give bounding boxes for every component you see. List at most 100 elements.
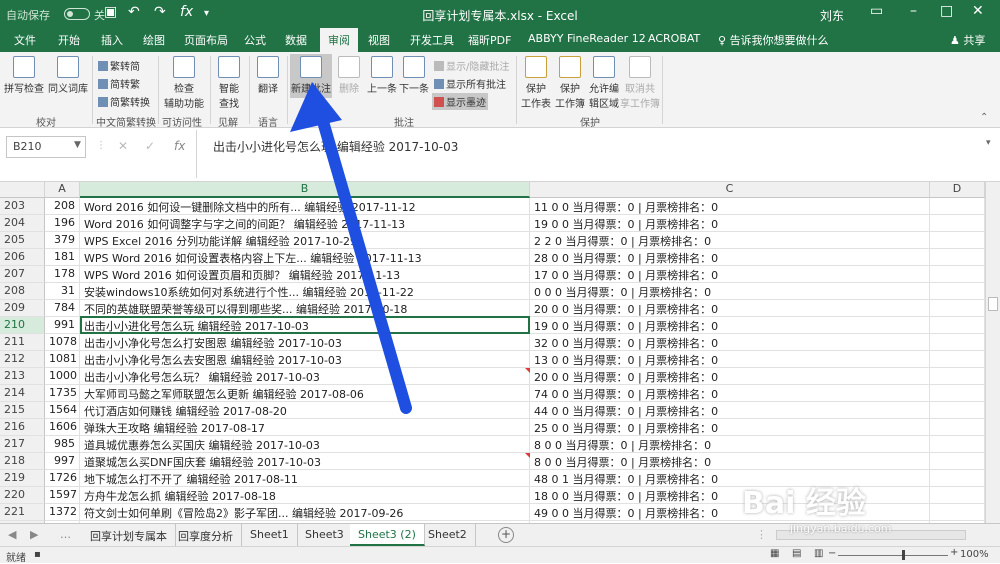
cell-a[interactable]: 1564 xyxy=(45,402,80,419)
cell-c[interactable]: 48 0 1 当月得票：0 | 月票榜排名：0 xyxy=(530,470,930,487)
cell-c[interactable]: 49 0 0 当月得票：0 | 月票榜排名：0 xyxy=(530,504,930,521)
row-header[interactable]: 209 xyxy=(0,300,45,317)
row-header[interactable]: 205 xyxy=(0,232,45,249)
cell-a[interactable]: 1372 xyxy=(45,504,80,521)
cell-a[interactable]: 181 xyxy=(45,249,80,266)
cell-b[interactable]: 方舟牛龙怎么抓 编辑经验 2017-08-18 xyxy=(80,487,530,504)
cell-a[interactable]: 196 xyxy=(45,215,80,232)
row-header[interactable]: 213 xyxy=(0,368,45,385)
sheet-tab[interactable]: Sheet2 xyxy=(420,524,476,546)
tab-foxit-pdf[interactable]: 福昕PDF xyxy=(468,32,511,48)
zoom-out-icon[interactable]: − xyxy=(828,548,836,559)
row-header[interactable]: 214 xyxy=(0,385,45,402)
row-header[interactable]: 206 xyxy=(0,249,45,266)
cell-c[interactable]: 8 0 0 当月得票：0 | 月票榜排名：0 xyxy=(530,436,930,453)
tab-developer[interactable]: 开发工具 xyxy=(410,32,454,48)
cell-d[interactable] xyxy=(930,232,985,249)
cell-c[interactable]: 28 0 0 当月得票：0 | 月票榜排名：0 xyxy=(530,249,930,266)
cell-c[interactable]: 44 0 0 当月得票：0 | 月票榜排名：0 xyxy=(530,402,930,419)
cell-c[interactable]: 13 0 0 当月得票：0 | 月票榜排名：0 xyxy=(530,351,930,368)
cell-b[interactable]: Word 2016 如何设一键删除文档中的所有... 编辑经验 2017-11-… xyxy=(80,198,530,215)
chinese-conversion-button[interactable]: 简繁转换 xyxy=(98,94,150,109)
tell-me-search[interactable]: ♀ 告诉我你想要做什么 xyxy=(718,32,829,48)
cell-b[interactable]: WPS Excel 2016 分列功能详解 编辑经验 2017-10-29 xyxy=(80,232,530,249)
cell-d[interactable] xyxy=(930,266,985,283)
row-header[interactable]: 218 xyxy=(0,453,45,470)
page-layout-view-icon[interactable]: ▤ xyxy=(792,548,801,559)
cell-d[interactable] xyxy=(930,402,985,419)
worksheet-grid[interactable]: A B C D 203 208 Word 2016 如何设一键删除文档中的所有...… xyxy=(0,182,985,523)
cell-a[interactable]: 1597 xyxy=(45,487,80,504)
row-header[interactable]: 221 xyxy=(0,504,45,521)
enter-icon[interactable]: ✓ xyxy=(145,139,155,153)
tab-home[interactable]: 开始 xyxy=(58,32,80,48)
cell-b[interactable]: 出击小小净化号怎么去安图恩 编辑经验 2017-10-03 xyxy=(80,351,530,368)
zoom-level[interactable]: 100% xyxy=(960,549,989,560)
row-header[interactable]: 219 xyxy=(0,470,45,487)
tab-acrobat[interactable]: ACROBAT xyxy=(648,32,700,45)
next-comment-button[interactable]: 下一条 xyxy=(398,56,430,95)
formula-input[interactable]: 出击小小进化号怎么玩 编辑经验 2017-10-03 xyxy=(196,130,1000,178)
row-header[interactable]: 210 xyxy=(0,317,45,334)
page-break-view-icon[interactable]: ▥ xyxy=(814,548,823,559)
cell-b[interactable]: 道聚城怎么买DNF国庆套 编辑经验 2017-10-03 xyxy=(80,453,530,470)
close-icon[interactable]: ✕ xyxy=(972,3,984,19)
insert-function-icon[interactable]: fx xyxy=(174,139,185,153)
tab-page-layout[interactable]: 页面布局 xyxy=(184,32,228,48)
cell-d[interactable] xyxy=(930,317,985,334)
comment-indicator[interactable] xyxy=(525,368,530,373)
show-all-comments-button[interactable]: 显示所有批注 xyxy=(434,76,506,91)
spell-check-button[interactable]: 拼写检查 xyxy=(4,56,44,95)
cell-c[interactable]: 19 0 0 当月得票：0 | 月票榜排名：0 xyxy=(530,317,930,334)
cell-a[interactable]: 208 xyxy=(45,198,80,215)
cell-b[interactable]: WPS Word 2016 如何设置表格内容上下左... 编辑经验 2017-1… xyxy=(80,249,530,266)
unshare-workbook-button[interactable]: 取消共 享工作簿 xyxy=(620,56,660,110)
tab-view[interactable]: 视图 xyxy=(368,32,390,48)
cell-a[interactable]: 1726 xyxy=(45,470,80,487)
normal-view-icon[interactable]: ▦ xyxy=(770,548,779,559)
cell-d[interactable] xyxy=(930,249,985,266)
expand-formula-icon[interactable]: ▾ xyxy=(986,138,991,148)
allow-edit-ranges-button[interactable]: 允许编 辑区域 xyxy=(588,56,620,110)
row-header[interactable]: 217 xyxy=(0,436,45,453)
cell-d[interactable] xyxy=(930,198,985,215)
cell-a[interactable]: 1735 xyxy=(45,385,80,402)
sheet-tab[interactable]: 回享计划专属本 xyxy=(82,524,176,546)
cell-a[interactable]: 991 xyxy=(45,317,80,334)
cell-c[interactable]: 20 0 0 当月得票：0 | 月票榜排名：0 xyxy=(530,300,930,317)
show-ink-button[interactable]: 显示墨迹 xyxy=(432,93,488,110)
row-header[interactable]: 216 xyxy=(0,419,45,436)
tab-draw[interactable]: 绘图 xyxy=(143,32,165,48)
cell-a[interactable]: 1081 xyxy=(45,351,80,368)
cell-d[interactable] xyxy=(930,504,985,521)
sheet-tab[interactable]: Sheet3 xyxy=(297,524,353,546)
smart-lookup-button[interactable]: 智能 查找 xyxy=(214,56,244,110)
cell-b[interactable]: 安装windows10系统如何对系统进行个性... 编辑经验 2017-11-2… xyxy=(80,283,530,300)
cell-c[interactable]: 17 0 0 当月得票：0 | 月票榜排名：0 xyxy=(530,266,930,283)
cell-d[interactable] xyxy=(930,334,985,351)
row-header[interactable]: 204 xyxy=(0,215,45,232)
tab-split-handle-icon[interactable]: ⋮ xyxy=(756,528,767,541)
sheet-tab-active[interactable]: Sheet3 (2) xyxy=(350,524,425,546)
comment-indicator[interactable] xyxy=(525,453,530,458)
cell-c[interactable]: 11 0 0 当月得票：0 | 月票榜排名：0 xyxy=(530,198,930,215)
cell-b[interactable]: Word 2016 如何调整字与字之间的间距？ 编辑经验 2017-11-13 xyxy=(80,215,530,232)
cell-d[interactable] xyxy=(930,283,985,300)
row-header[interactable]: 207 xyxy=(0,266,45,283)
zoom-slider[interactable] xyxy=(838,555,948,556)
row-header[interactable]: 215 xyxy=(0,402,45,419)
cell-b[interactable]: 道具城优惠券怎么买国庆 编辑经验 2017-10-03 xyxy=(80,436,530,453)
cell-a[interactable]: 1606 xyxy=(45,419,80,436)
column-header-a[interactable]: A xyxy=(45,182,80,198)
sheet-tab[interactable]: 回享度分析 xyxy=(170,524,242,546)
cell-d[interactable] xyxy=(930,487,985,504)
cell-b[interactable]: 地下城怎么打不开了 编辑经验 2017-08-11 xyxy=(80,470,530,487)
cell-c[interactable]: 74 0 0 当月得票：0 | 月票榜排名：0 xyxy=(530,385,930,402)
previous-comment-button[interactable]: 上一条 xyxy=(366,56,398,95)
cell-c[interactable]: 19 0 0 当月得票：0 | 月票榜排名：0 xyxy=(530,215,930,232)
macro-record-icon[interactable]: ▪ xyxy=(34,549,41,560)
row-header[interactable]: 220 xyxy=(0,487,45,504)
cell-a[interactable]: 784 xyxy=(45,300,80,317)
row-header[interactable]: 208 xyxy=(0,283,45,300)
cell-c[interactable]: 25 0 0 当月得票：0 | 月票榜排名：0 xyxy=(530,419,930,436)
